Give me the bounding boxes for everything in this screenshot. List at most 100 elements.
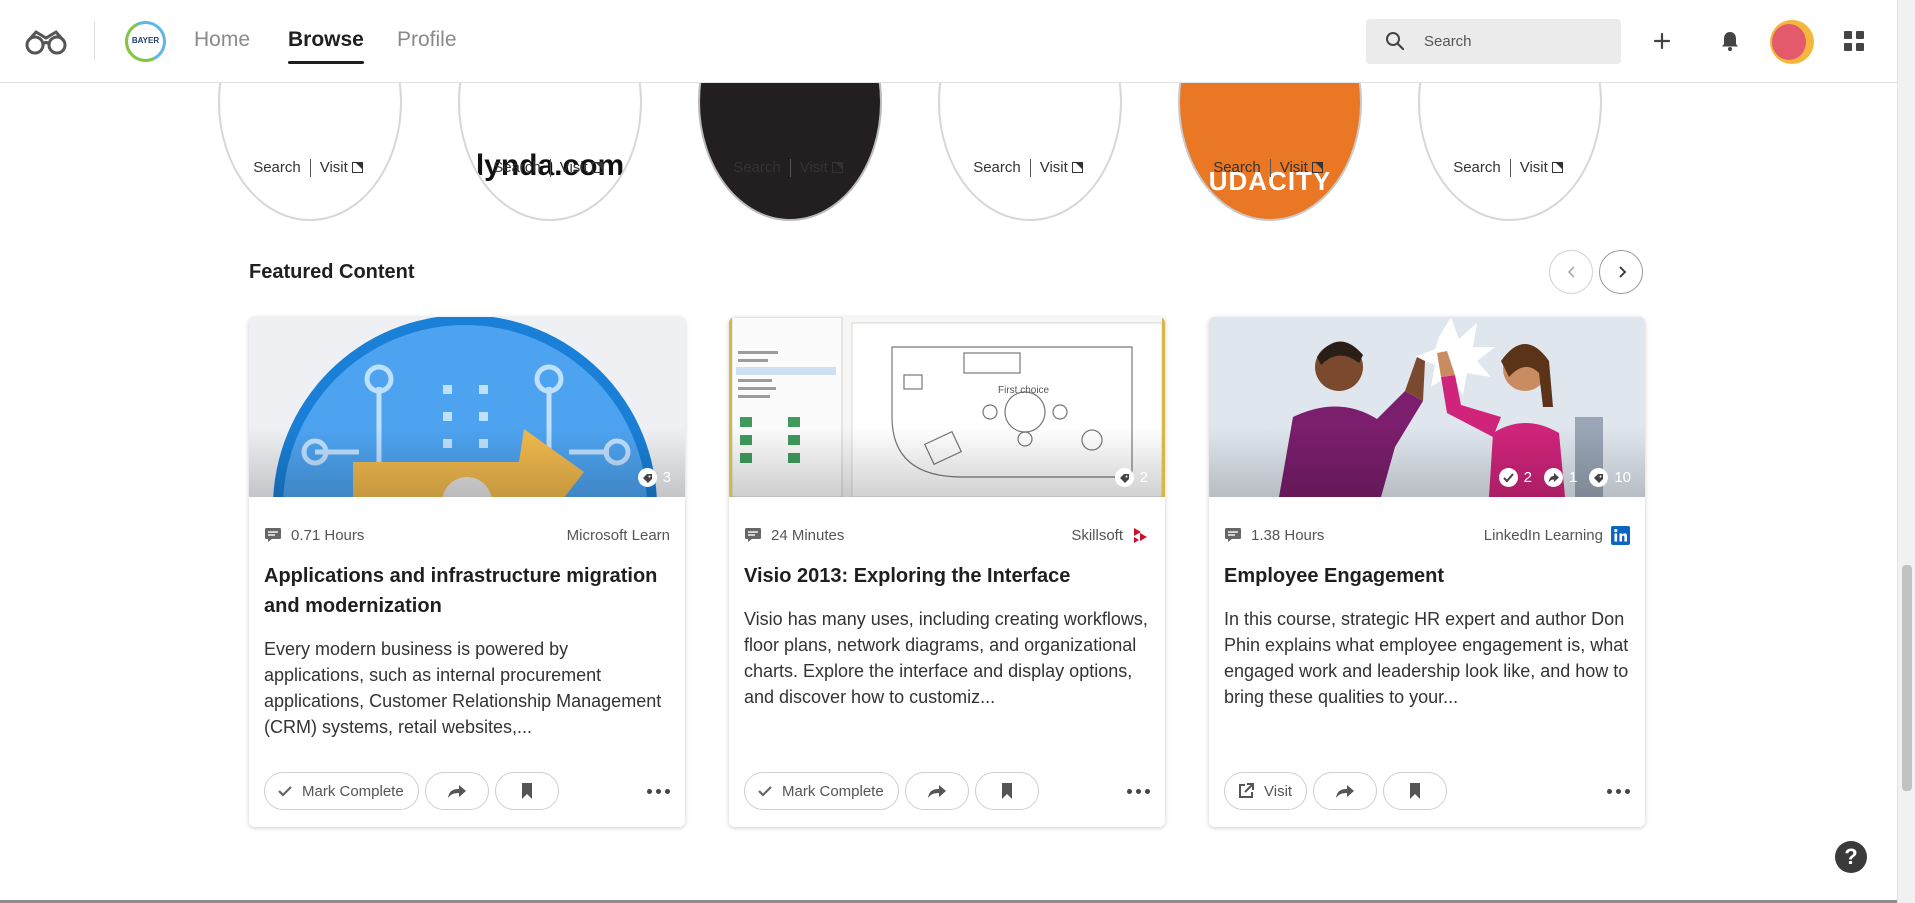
external-link-icon xyxy=(1071,162,1083,173)
card-meta: 24 Minutes Skillsoft xyxy=(744,526,1150,546)
provider-visit-link[interactable]: Visit xyxy=(1280,159,1323,176)
bayer-logo[interactable]: BAYER xyxy=(125,21,166,62)
thumbnail-fade xyxy=(732,427,1162,497)
card-stats: 3 xyxy=(637,468,671,487)
tag-icon xyxy=(1114,468,1134,487)
share-arrow-icon xyxy=(1336,785,1355,798)
more-options-icon[interactable] xyxy=(1607,782,1631,800)
card-title[interactable]: Employee Engagement xyxy=(1224,561,1630,591)
search-input[interactable] xyxy=(1424,27,1604,55)
provider-visit-label: Visit xyxy=(799,159,828,176)
nav-divider xyxy=(94,22,95,60)
share-circle-icon xyxy=(1543,468,1563,487)
provider-visit-link[interactable]: Visit xyxy=(1520,159,1563,176)
bookmark-icon xyxy=(521,783,532,799)
bookmark-button[interactable] xyxy=(974,772,1039,810)
card-thumbnail[interactable]: First choice 2 xyxy=(729,317,1165,497)
provider-search-link[interactable]: Search xyxy=(493,159,541,176)
provider-search-link[interactable]: Search xyxy=(1213,159,1261,176)
avatar[interactable] xyxy=(1770,20,1814,64)
provider-actions: Search Visit xyxy=(1148,159,1388,178)
search-box[interactable] xyxy=(1366,19,1621,64)
apps-grid-icon[interactable] xyxy=(1842,29,1866,53)
provider-visit-link[interactable]: Visit xyxy=(800,159,843,176)
bookmark-icon xyxy=(1001,783,1012,799)
content-card[interactable]: 2 1 10 1.38 Hours LinkedIn Learning Empl… xyxy=(1209,317,1645,827)
glasses-logo-icon[interactable] xyxy=(24,24,68,58)
mark-complete-button[interactable]: Mark Complete xyxy=(744,772,899,810)
provider-search-link[interactable]: Search xyxy=(733,159,781,176)
course-type-icon xyxy=(745,528,761,542)
more-options-icon[interactable] xyxy=(647,782,671,800)
separator xyxy=(1509,159,1511,178)
provider-visit-link[interactable]: Visit xyxy=(560,159,603,176)
bookmark-button[interactable] xyxy=(1383,772,1448,810)
bookmark-button[interactable] xyxy=(494,772,559,810)
course-type-icon xyxy=(1225,528,1241,542)
tag-icon xyxy=(637,468,657,487)
card-title[interactable]: Visio 2013: Exploring the Interface xyxy=(744,561,1150,591)
featured-section-title: Featured Content xyxy=(249,261,415,283)
card-thumbnail[interactable]: 2 1 10 xyxy=(1209,317,1645,497)
card-title[interactable]: Applications and infrastructure migratio… xyxy=(264,561,670,621)
carousel-next-button[interactable] xyxy=(1599,250,1643,294)
nav-browse-link[interactable]: Browse xyxy=(288,28,364,64)
card-stats: 2 1 10 xyxy=(1498,468,1631,487)
separator xyxy=(549,159,551,178)
card-provider: Microsoft Learn xyxy=(566,527,670,544)
card-meta: 0.71 Hours Microsoft Learn xyxy=(264,526,670,546)
card-description: In this course, strategic HR expert and … xyxy=(1224,609,1629,707)
card-description: Every modern business is powered by appl… xyxy=(264,639,662,737)
bookmark-icon xyxy=(1410,783,1421,799)
nav-home-link[interactable]: Home xyxy=(194,28,250,52)
provider-visit-label: Visit xyxy=(1039,159,1068,176)
share-button[interactable] xyxy=(904,772,969,810)
page-scrollbar[interactable] xyxy=(1897,0,1915,903)
provider-search-link[interactable]: Search xyxy=(973,159,1021,176)
provider-visit-link[interactable]: Visit xyxy=(320,159,363,176)
provider-actions: Search Visit xyxy=(1388,159,1628,178)
provider-actions: Search Visit xyxy=(428,159,668,178)
scrollbar-thumb[interactable] xyxy=(1902,565,1912,791)
tag-count: 10 xyxy=(1589,468,1631,487)
plus-icon[interactable] xyxy=(1649,28,1675,54)
card-provider: LinkedIn Learning xyxy=(1483,527,1603,544)
provider-item: Search Visit xyxy=(188,0,428,221)
nav-profile-link[interactable]: Profile xyxy=(397,28,457,52)
card-duration: 24 Minutes xyxy=(771,527,845,544)
provider-search-link[interactable]: Search xyxy=(253,159,301,176)
carousel-prev-button[interactable] xyxy=(1549,250,1593,294)
content-card[interactable]: 3 0.71 Hours Microsoft Learn Application… xyxy=(249,317,685,827)
external-link-icon xyxy=(1551,162,1563,173)
card-duration: 1.38 Hours xyxy=(1251,527,1325,544)
tag-icon xyxy=(1589,468,1609,487)
provider-search-link[interactable]: Search xyxy=(1453,159,1501,176)
provider-visit-label: Visit xyxy=(1279,159,1308,176)
help-button[interactable]: ? xyxy=(1835,841,1867,873)
provider-visit-link[interactable]: Visit xyxy=(1040,159,1083,176)
bell-icon[interactable] xyxy=(1717,28,1743,54)
floor-plan-label: First choice xyxy=(998,385,1050,396)
card-stats: 2 xyxy=(1114,468,1148,487)
card-actions: Mark Complete xyxy=(264,772,559,810)
course-type-icon xyxy=(265,528,281,542)
share-button[interactable] xyxy=(424,772,489,810)
mark-complete-button[interactable]: Mark Complete xyxy=(264,772,419,810)
card-actions: Mark Complete xyxy=(744,772,1039,810)
more-options-icon[interactable] xyxy=(1127,782,1151,800)
card-thumbnail[interactable]: 3 xyxy=(249,317,685,497)
provider-actions: Search Visit xyxy=(908,159,1148,178)
provider-visit-label: Visit xyxy=(319,159,348,176)
provider-item: Search Visit xyxy=(668,0,908,221)
mark-complete-label: Mark Complete xyxy=(302,782,404,800)
external-link-icon xyxy=(351,162,363,173)
external-link-icon xyxy=(1311,162,1323,173)
provider-actions: Search Visit xyxy=(668,159,908,178)
card-actions: Visit xyxy=(1224,772,1448,810)
bayer-logo-text: BAYER xyxy=(131,36,160,45)
separator xyxy=(789,159,791,178)
visit-button[interactable]: Visit xyxy=(1224,772,1308,810)
content-card[interactable]: First choice 2 24 Minutes Skillsoft Visi… xyxy=(729,317,1165,827)
card-description: Visio has many uses, including creating … xyxy=(744,609,1148,707)
share-button[interactable] xyxy=(1313,772,1378,810)
